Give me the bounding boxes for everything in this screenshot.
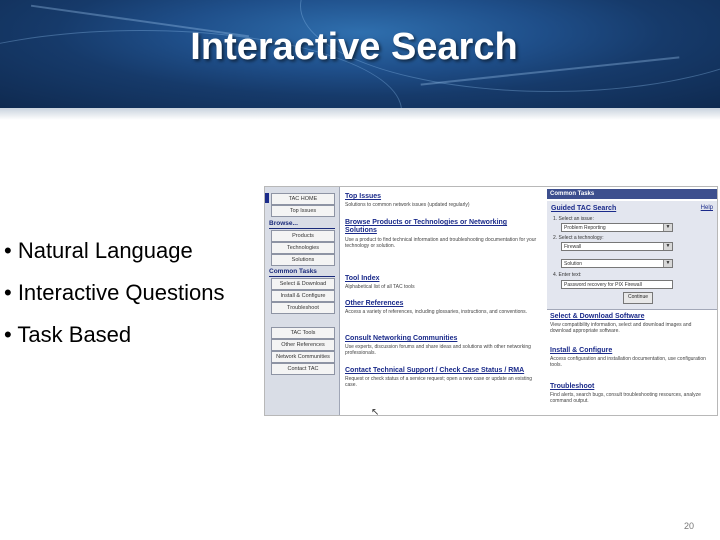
- nav-button-network-communities[interactable]: Network Communities: [271, 351, 335, 363]
- bullet-item: • Natural Language: [4, 238, 193, 263]
- nav-heading-browse: Browse...: [269, 220, 298, 227]
- nav-button-other-references[interactable]: Other References: [271, 339, 335, 351]
- nav-button-technologies[interactable]: Technologies: [271, 242, 335, 254]
- nav-divider: [269, 228, 335, 229]
- link-other-references[interactable]: Other References: [345, 300, 403, 307]
- slide-header: Interactive Search: [0, 0, 720, 108]
- nav-button-select-download[interactable]: Select & Download: [271, 278, 335, 290]
- left-nav: TAC HOME Top Issues Browse... Products T…: [265, 187, 340, 415]
- link-top-issues[interactable]: Top Issues: [345, 193, 381, 200]
- link-help[interactable]: Help: [701, 205, 713, 211]
- page-number: 20: [684, 521, 695, 531]
- nav-button-troubleshoot[interactable]: Troubleshoot: [271, 302, 335, 314]
- section-description: Find alerts, search bugs, consult troubl…: [550, 392, 701, 404]
- step-label: 4. Enter text:: [553, 272, 582, 278]
- issue-select[interactable]: Problem Reporting ▼: [561, 223, 673, 232]
- select-value: Solution: [564, 261, 583, 267]
- nav-button-tac-home[interactable]: TAC HOME: [271, 193, 335, 205]
- section-description: Access configuration and installation do…: [550, 356, 706, 368]
- solution-select[interactable]: Solution ▼: [561, 259, 673, 268]
- bullet-item: • Interactive Questions: [4, 280, 225, 305]
- section-description: Request or check status of a service req…: [345, 376, 533, 388]
- mouse-pointer-icon: ↖: [371, 407, 380, 416]
- step-label: 2. Select a technology:: [553, 235, 604, 241]
- search-text-input[interactable]: Password recovery for PIX Firewall: [561, 280, 673, 289]
- section-description: Solutions to common network issues (upda…: [345, 202, 470, 208]
- step-label: 1. Select an issue:: [553, 216, 594, 222]
- section-description: View compatibility information, select a…: [550, 322, 692, 334]
- nav-button-tac-tools[interactable]: TAC Tools: [271, 327, 335, 339]
- slide-title: Interactive Search: [190, 26, 518, 68]
- nav-button-contact-tac[interactable]: Contact TAC: [271, 363, 335, 375]
- link-install-configure[interactable]: Install & Configure: [550, 347, 612, 354]
- link-networking-communities[interactable]: Consult Networking Communities: [345, 335, 457, 342]
- section-description: Access a variety of references, includin…: [345, 309, 528, 315]
- nav-button-products[interactable]: Products: [271, 230, 335, 242]
- select-value: Problem Reporting: [564, 225, 606, 231]
- guided-tac-search-box: Guided TAC Search Help 1. Select an issu…: [547, 201, 717, 310]
- common-tasks-bar: Common Tasks: [547, 189, 717, 199]
- link-guided-tac-search[interactable]: Guided TAC Search: [551, 205, 616, 212]
- link-troubleshoot[interactable]: Troubleshoot: [550, 383, 594, 390]
- link-browse-products[interactable]: Browse Products or Technologies or Netwo…: [345, 219, 535, 235]
- tac-website-screenshot: TAC HOME Top Issues Browse... Products T…: [264, 186, 718, 416]
- chevron-down-icon[interactable]: ▼: [663, 243, 672, 250]
- bullet-item: • Task Based: [4, 322, 132, 347]
- chevron-down-icon[interactable]: ▼: [663, 224, 672, 231]
- center-content: Top Issues Solutions to common network i…: [345, 191, 541, 415]
- chevron-down-icon[interactable]: ▼: [663, 260, 672, 267]
- link-contact-support[interactable]: Contact Technical Support / Check Case S…: [345, 367, 524, 374]
- nav-button-install-configure[interactable]: Install & Configure: [271, 290, 335, 302]
- nav-accent: [265, 193, 269, 203]
- nav-button-top-issues[interactable]: Top Issues: [271, 205, 335, 217]
- section-description: Alphabetical list of all TAC tools: [345, 284, 415, 290]
- nav-divider: [269, 276, 335, 277]
- nav-heading-common-tasks: Common Tasks: [269, 268, 317, 275]
- select-value: Firewall: [564, 244, 582, 250]
- technology-select[interactable]: Firewall ▼: [561, 242, 673, 251]
- section-description: Use experts, discussion forums and share…: [345, 344, 531, 356]
- header-shadow: [0, 108, 720, 120]
- link-select-download-software[interactable]: Select & Download Software: [550, 313, 645, 320]
- section-description: Use a product to find technical informat…: [345, 237, 537, 249]
- right-panel: Common Tasks Guided TAC Search Help 1. S…: [547, 187, 717, 415]
- continue-button[interactable]: Continue: [623, 292, 653, 304]
- nav-button-solutions[interactable]: Solutions: [271, 254, 335, 266]
- link-tool-index[interactable]: Tool Index: [345, 275, 379, 282]
